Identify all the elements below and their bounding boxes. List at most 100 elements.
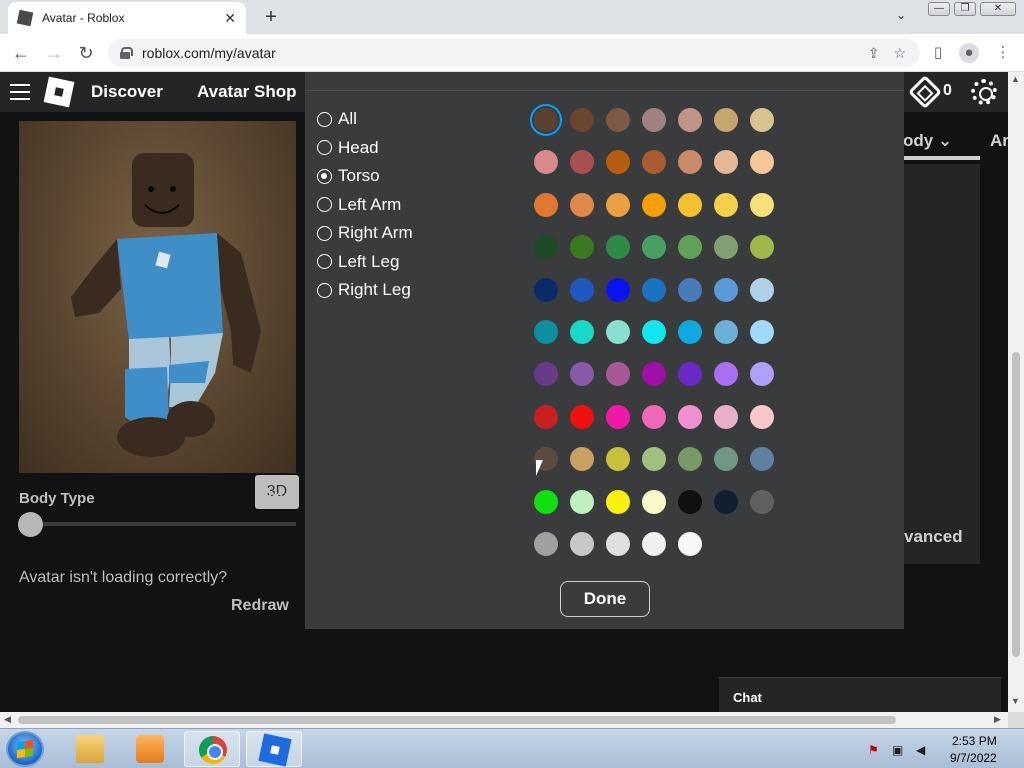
- color-swatch[interactable]: [678, 108, 702, 132]
- radio-circle-icon[interactable]: [317, 140, 332, 155]
- color-swatch[interactable]: [570, 320, 594, 344]
- color-swatch[interactable]: [606, 235, 630, 260]
- color-swatch[interactable]: [606, 362, 630, 387]
- network-icon[interactable]: ▣: [892, 743, 906, 757]
- taskbar-explorer[interactable]: [62, 731, 118, 767]
- redraw-link[interactable]: Redraw: [231, 597, 289, 615]
- nav-avatar-shop[interactable]: Avatar Shop: [197, 82, 297, 102]
- radio-torso[interactable]: Torso: [317, 166, 380, 186]
- body-tab-label[interactable]: ody ⌄: [903, 131, 952, 151]
- clock-date[interactable]: 9/7/2022: [950, 751, 997, 765]
- color-swatch[interactable]: [570, 277, 594, 302]
- color-swatch[interactable]: [534, 320, 558, 344]
- next-tab-label[interactable]: Ar: [990, 131, 1008, 151]
- settings-gear-icon[interactable]: [971, 79, 997, 105]
- radio-right-arm[interactable]: Right Arm: [317, 223, 413, 243]
- color-swatch[interactable]: [534, 192, 558, 217]
- radio-all[interactable]: All: [317, 109, 357, 129]
- color-swatch[interactable]: [534, 489, 558, 514]
- color-swatch[interactable]: [570, 108, 594, 132]
- restore-button[interactable]: ❐: [954, 2, 976, 16]
- color-swatch[interactable]: [750, 192, 774, 217]
- color-swatch[interactable]: [606, 532, 630, 556]
- color-swatch[interactable]: [714, 192, 738, 217]
- start-button[interactable]: [6, 731, 44, 767]
- radio-head[interactable]: Head: [317, 138, 379, 158]
- color-swatch[interactable]: [678, 150, 702, 175]
- color-swatch[interactable]: [678, 235, 702, 260]
- body-type-slider-thumb[interactable]: [18, 512, 43, 537]
- color-swatch[interactable]: [678, 489, 702, 514]
- color-swatch[interactable]: [750, 489, 774, 514]
- color-swatch[interactable]: [534, 362, 558, 387]
- bookmark-star-icon[interactable]: ☆: [893, 45, 906, 62]
- color-swatch[interactable]: [642, 447, 666, 472]
- hamburger-menu-icon[interactable]: [10, 84, 30, 100]
- body-type-slider-track[interactable]: [31, 522, 296, 526]
- color-swatch[interactable]: [642, 235, 666, 260]
- radio-circle-icon[interactable]: [317, 197, 332, 212]
- taskbar-chrome[interactable]: [184, 731, 240, 767]
- color-swatch[interactable]: [750, 235, 774, 260]
- color-swatch[interactable]: [750, 362, 774, 387]
- color-swatch[interactable]: [714, 108, 738, 132]
- taskbar-media-player[interactable]: [122, 731, 178, 767]
- browser-menu-icon[interactable]: ⋮: [993, 43, 1013, 63]
- done-button[interactable]: Done: [560, 581, 650, 617]
- color-swatch[interactable]: [714, 404, 738, 429]
- chat-bar[interactable]: Chat: [719, 677, 1001, 712]
- color-swatch[interactable]: [570, 150, 594, 175]
- profile-avatar-icon[interactable]: ●: [959, 43, 979, 63]
- color-swatch[interactable]: [606, 447, 630, 472]
- color-swatch[interactable]: [606, 277, 630, 302]
- radio-left-arm[interactable]: Left Arm: [317, 195, 401, 215]
- color-swatch[interactable]: [714, 277, 738, 302]
- color-swatch[interactable]: [642, 362, 666, 387]
- reload-icon[interactable]: ↻: [74, 41, 98, 65]
- color-swatch[interactable]: [678, 532, 702, 556]
- radio-circle-icon[interactable]: [317, 225, 332, 241]
- color-swatch[interactable]: [534, 235, 558, 260]
- radio-right-leg[interactable]: Right Leg: [317, 280, 411, 300]
- horizontal-scroll-thumb[interactable]: [18, 716, 896, 724]
- color-swatch[interactable]: [570, 532, 594, 556]
- advanced-link[interactable]: vanced: [904, 527, 963, 547]
- color-swatch[interactable]: [570, 489, 594, 514]
- color-swatch[interactable]: [534, 277, 558, 302]
- color-swatch[interactable]: [678, 404, 702, 429]
- share-icon[interactable]: ⇪: [868, 45, 880, 62]
- color-swatch[interactable]: [570, 235, 594, 260]
- color-swatch[interactable]: [570, 192, 594, 217]
- tab-close-icon[interactable]: ✕: [224, 10, 236, 27]
- color-swatch[interactable]: [642, 192, 666, 217]
- color-swatch[interactable]: [750, 150, 774, 175]
- color-swatch[interactable]: [570, 404, 594, 429]
- taskbar-roblox[interactable]: [246, 731, 302, 767]
- avatar-viewer[interactable]: 3D: [19, 121, 299, 509]
- vertical-scrollbar[interactable]: ▲ ▼: [1008, 72, 1024, 712]
- color-swatch[interactable]: [714, 150, 738, 175]
- color-swatch[interactable]: [750, 447, 774, 472]
- color-swatch[interactable]: [642, 320, 666, 344]
- color-swatch[interactable]: [714, 489, 738, 514]
- forward-arrow-icon[interactable]: →: [42, 41, 66, 65]
- side-panel-icon[interactable]: ▯: [928, 43, 948, 63]
- color-swatch[interactable]: [750, 404, 774, 429]
- tab-list-chevron-icon[interactable]: ⌄: [896, 8, 906, 22]
- color-swatch[interactable]: [678, 277, 702, 302]
- scroll-right-arrow-icon[interactable]: ▶: [994, 714, 1001, 725]
- color-swatch[interactable]: [534, 150, 558, 175]
- color-swatch[interactable]: [678, 320, 702, 344]
- color-swatch[interactable]: [606, 489, 630, 514]
- scroll-left-arrow-icon[interactable]: ◀: [4, 714, 11, 725]
- vertical-scroll-thumb[interactable]: [1012, 352, 1020, 657]
- minimize-button[interactable]: —: [928, 2, 950, 16]
- color-swatch[interactable]: [714, 447, 738, 472]
- color-swatch[interactable]: [606, 192, 630, 217]
- color-swatch[interactable]: [570, 362, 594, 387]
- nav-discover[interactable]: Discover: [91, 82, 163, 102]
- scroll-down-arrow-icon[interactable]: ▼: [1011, 696, 1020, 706]
- color-swatch[interactable]: [642, 404, 666, 429]
- color-swatch[interactable]: [606, 150, 630, 175]
- color-swatch[interactable]: [714, 235, 738, 260]
